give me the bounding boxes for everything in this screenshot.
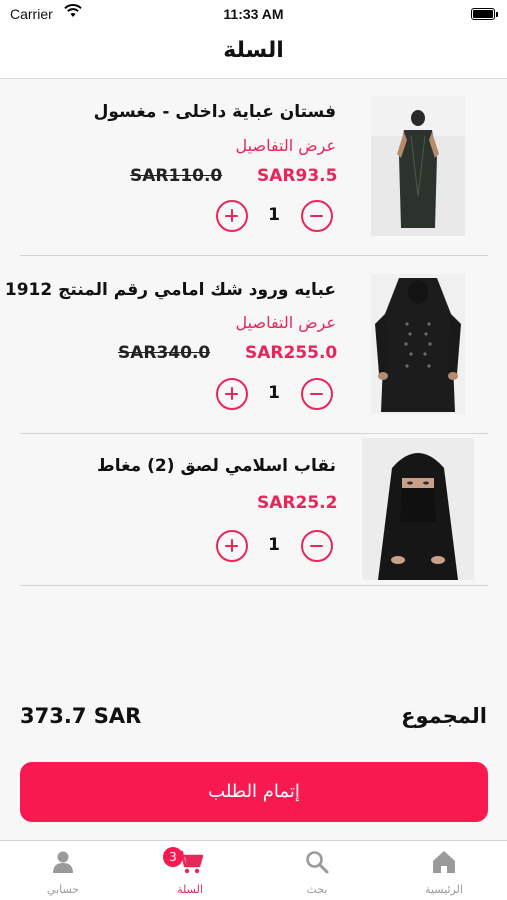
product-name: نقاب اسلامي لصق (2) مغاط bbox=[97, 456, 336, 476]
tab-search[interactable]: بحث bbox=[254, 841, 380, 900]
status-bar: Carrier 11:33 AM bbox=[0, 0, 507, 30]
increase-quantity-button[interactable] bbox=[216, 200, 248, 232]
cart-item: عبايه ورود شك امامي رقم المنتج 1912 عرض … bbox=[5, 256, 488, 434]
sale-price: SAR255.0 bbox=[245, 343, 338, 363]
battery-icon bbox=[471, 8, 498, 20]
tab-bar: حسابي 3 السلة بحث الرئيسية bbox=[0, 840, 507, 900]
decrease-quantity-button[interactable] bbox=[301, 530, 333, 562]
sale-price: SAR93.5 bbox=[257, 166, 338, 186]
tab-account[interactable]: حسابي bbox=[0, 841, 126, 900]
quantity-value: 1 bbox=[268, 205, 280, 225]
original-price: SAR340.0 bbox=[118, 343, 211, 363]
checkout-button[interactable]: إتمام الطلب bbox=[20, 762, 488, 822]
total-value: 373.7 SAR bbox=[20, 704, 142, 728]
product-image[interactable] bbox=[362, 438, 474, 580]
tab-label: السلة bbox=[177, 883, 203, 896]
tab-cart[interactable]: 3 السلة bbox=[127, 841, 253, 900]
tab-home[interactable]: الرئيسية bbox=[381, 841, 507, 900]
cart-count-badge: 3 bbox=[163, 847, 183, 867]
product-name: عبايه ورود شك امامي رقم المنتج 1912 bbox=[4, 280, 336, 300]
cart-item: فستان عباية داخلى - مغسول عرض التفاصيل S… bbox=[20, 84, 488, 256]
search-icon bbox=[304, 849, 330, 875]
product-image[interactable] bbox=[371, 96, 465, 236]
tab-label: الرئيسية bbox=[425, 883, 463, 896]
original-price: SAR110.0 bbox=[130, 166, 223, 186]
quantity-value: 1 bbox=[268, 383, 280, 403]
sale-price: SAR25.2 bbox=[257, 493, 338, 513]
navigation-bar: السلة bbox=[0, 30, 507, 79]
view-details-link[interactable]: عرض التفاصيل bbox=[236, 136, 336, 155]
view-details-link[interactable]: عرض التفاصيل bbox=[236, 313, 336, 332]
increase-quantity-button[interactable] bbox=[216, 530, 248, 562]
product-image[interactable] bbox=[371, 274, 465, 414]
tab-label: بحث bbox=[306, 883, 328, 896]
total-label: المجموع bbox=[401, 704, 487, 728]
cart-item: نقاب اسلامي لصق (2) مغاط SAR25.2 1 bbox=[20, 434, 488, 586]
decrease-quantity-button[interactable] bbox=[301, 200, 333, 232]
product-name: فستان عباية داخلى - مغسول bbox=[93, 102, 336, 122]
clock: 11:33 AM bbox=[223, 6, 284, 22]
home-icon bbox=[431, 849, 457, 875]
increase-quantity-button[interactable] bbox=[216, 378, 248, 410]
quantity-value: 1 bbox=[268, 535, 280, 555]
tab-label: حسابي bbox=[46, 883, 80, 896]
person-icon bbox=[50, 849, 76, 875]
page-title: السلة bbox=[223, 38, 284, 63]
decrease-quantity-button[interactable] bbox=[301, 378, 333, 410]
